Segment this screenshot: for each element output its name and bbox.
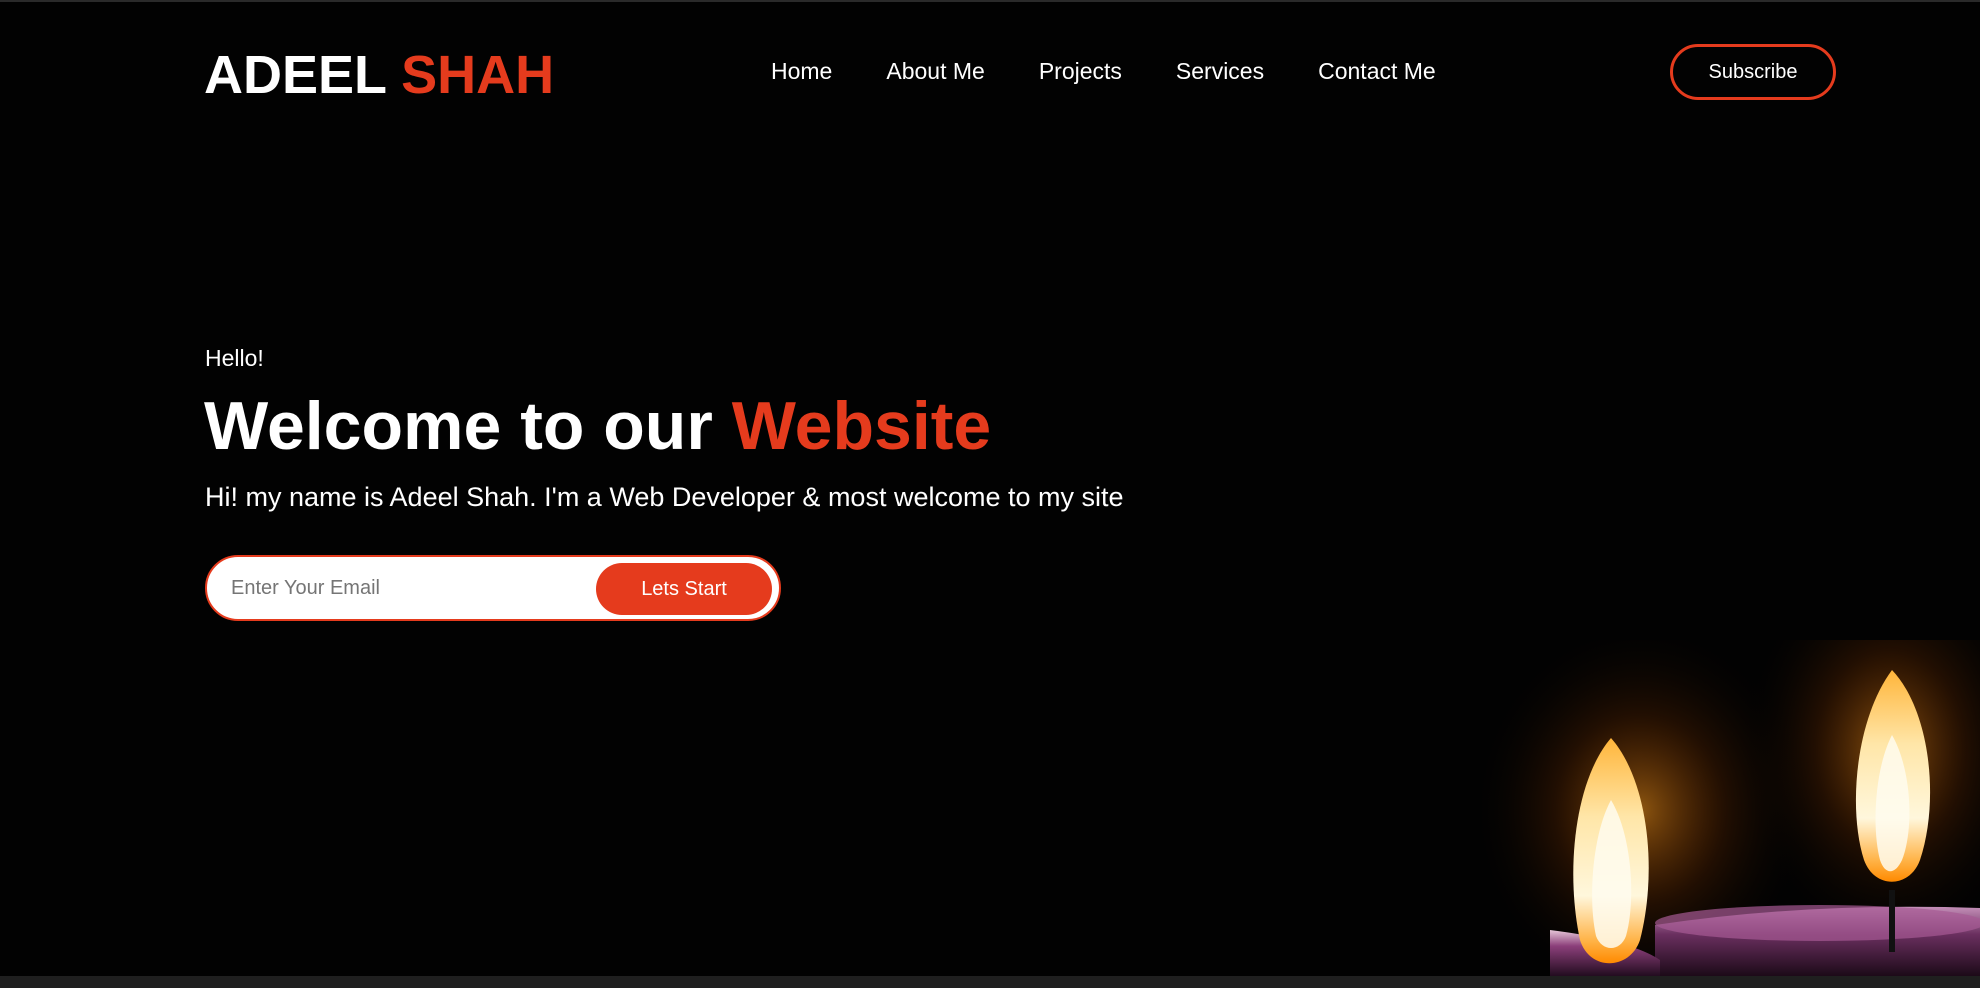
candles-image [1480,640,1980,976]
hero-headline: Welcome to our Website [204,386,991,466]
nav-services[interactable]: Services [1176,56,1264,86]
headline-main: Welcome to our [204,388,713,464]
nav-contact-me[interactable]: Contact Me [1318,56,1436,86]
lets-start-button[interactable]: Lets Start [596,563,772,615]
email-input[interactable] [229,567,573,609]
nav-projects[interactable]: Projects [1039,56,1122,86]
nav-home[interactable]: Home [771,56,832,86]
nav-about-me[interactable]: About Me [886,56,984,86]
wax-surface [1655,905,1980,941]
email-signup-form: Lets Start [205,555,781,621]
site-logo[interactable]: ADEEL SHAH [204,44,554,106]
subscribe-button[interactable]: Subscribe [1670,44,1836,100]
bottom-scrollbar-track[interactable] [0,976,1980,988]
hero-tagline: Hi! my name is Adeel Shah. I'm a Web Dev… [205,482,1124,512]
headline-accent: Website [731,388,992,464]
main-nav: Home About Me Projects Services Contact … [771,56,1490,86]
hero-greeting: Hello! [205,345,264,371]
logo-last-name: SHAH [401,45,555,105]
logo-first-name: ADEEL [204,45,387,105]
top-border [0,0,1980,2]
landing-page: ADEEL SHAH Home About Me Projects Servic… [0,0,1980,988]
